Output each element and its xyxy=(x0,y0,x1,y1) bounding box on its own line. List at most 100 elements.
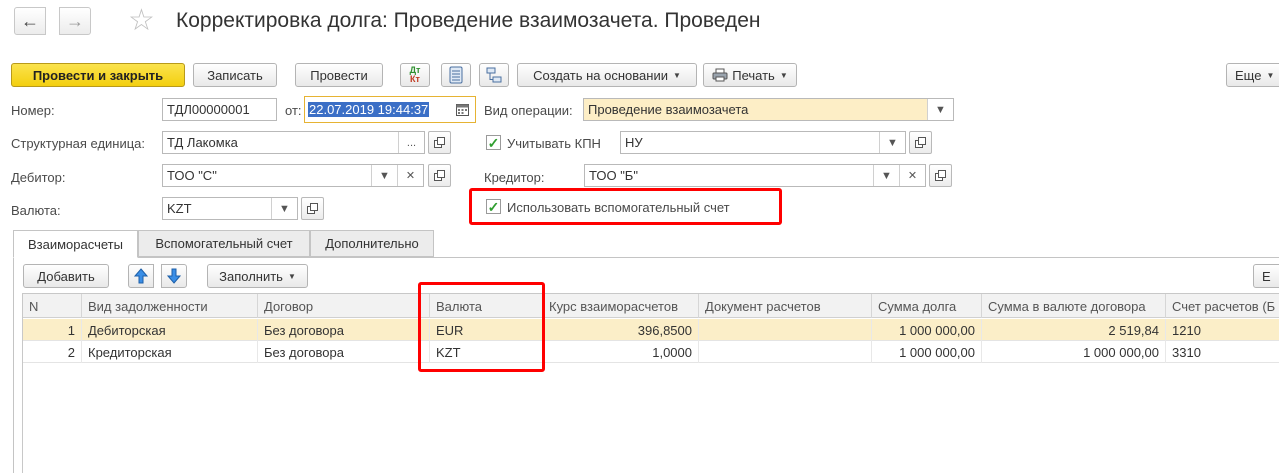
kpn-select[interactable]: НУ ▼ xyxy=(620,131,906,154)
create-based-on-button[interactable]: Создать на основании ▼ xyxy=(517,63,697,87)
column-header-rate[interactable]: Курс взаиморасчетов xyxy=(543,294,699,318)
kpn-checkbox[interactable]: ✓ xyxy=(486,135,501,150)
highlight-frame xyxy=(418,282,545,372)
back-arrow-icon: ← xyxy=(21,10,39,31)
forward-button[interactable]: → xyxy=(59,7,91,35)
dropdown-caret-icon: ▼ xyxy=(287,271,296,281)
dropdown-caret-icon: ▼ xyxy=(1266,70,1275,80)
number-field[interactable]: ТДЛ00000001 xyxy=(162,98,277,121)
kpn-label: Учитывать КПН xyxy=(507,136,601,151)
arrow-down-icon xyxy=(167,268,181,284)
forward-arrow-icon: → xyxy=(66,10,84,31)
settlements-table: N Вид задолженности Договор Валюта Курс … xyxy=(22,293,1279,473)
post-and-close-button[interactable]: Провести и закрыть xyxy=(11,63,185,87)
table-row[interactable]: 1 Дебиторская Без договора EUR 396,8500 … xyxy=(23,319,1279,341)
debtor-label: Дебитор: xyxy=(11,170,66,185)
open-currency-button[interactable] xyxy=(301,197,324,220)
open-form-icon xyxy=(915,137,926,148)
arrow-up-icon xyxy=(134,268,148,284)
table-header: N Вид задолженности Договор Валюта Курс … xyxy=(23,294,1279,318)
dropdown-caret-icon: ▼ xyxy=(672,70,681,80)
calendar-icon[interactable] xyxy=(449,97,475,122)
cell-amount: 1 000 000,00 xyxy=(872,319,982,341)
cell-n: 2 xyxy=(23,341,82,363)
cell-rate: 396,8500 xyxy=(543,319,699,341)
open-form-icon xyxy=(434,170,445,181)
dropdown-caret-icon[interactable]: ▼ xyxy=(271,198,297,219)
tab-settlements[interactable]: Взаиморасчеты xyxy=(13,230,138,258)
cell-rate: 1,0000 xyxy=(543,341,699,363)
column-header-n[interactable]: N xyxy=(23,294,82,318)
open-creditor-button[interactable] xyxy=(929,164,952,187)
structural-unit-field[interactable]: ТД Лакомка... xyxy=(162,131,425,154)
number-label: Номер: xyxy=(11,103,55,118)
dropdown-caret-icon[interactable]: ▼ xyxy=(873,165,899,186)
date-label: от: xyxy=(285,103,302,118)
open-form-icon xyxy=(434,137,445,148)
structure-button[interactable] xyxy=(479,63,509,87)
dt-kt-icon: Дт Кт xyxy=(409,65,421,84)
clear-icon[interactable]: ✕ xyxy=(899,165,925,186)
hierarchy-icon xyxy=(486,67,502,83)
debtor-field[interactable]: ТОО "С" ▼ ✕ xyxy=(162,164,424,187)
add-row-button[interactable]: Добавить xyxy=(23,264,109,288)
fill-button[interactable]: Заполнить ▼ xyxy=(207,264,308,288)
cell-account: 1210 xyxy=(1166,319,1279,341)
post-button[interactable]: Провести xyxy=(295,63,383,87)
cell-document xyxy=(699,341,872,363)
list-document-button[interactable] xyxy=(441,63,471,87)
more-button[interactable]: Еще ▼ xyxy=(1226,63,1279,87)
column-header-account[interactable]: Счет расчетов (Б xyxy=(1166,294,1279,318)
table-row[interactable]: 2 Кредиторская Без договора KZT 1,0000 1… xyxy=(23,341,1279,363)
back-button[interactable]: ← xyxy=(14,7,46,35)
open-unit-button[interactable] xyxy=(428,131,451,154)
column-header-amount[interactable]: Сумма долга xyxy=(872,294,982,318)
dropdown-caret-icon[interactable]: ▼ xyxy=(879,132,905,153)
dropdown-caret-icon: ▼ xyxy=(779,70,788,80)
select-ellipsis-icon[interactable]: ... xyxy=(398,132,424,153)
print-button[interactable]: Печать ▼ xyxy=(703,63,797,87)
cell-account: 3310 xyxy=(1166,341,1279,363)
dropdown-caret-icon[interactable]: ▼ xyxy=(927,99,953,120)
save-button[interactable]: Записать xyxy=(193,63,277,87)
cell-n: 1 xyxy=(23,319,82,341)
currency-label: Валюта: xyxy=(11,203,61,218)
table-more-button[interactable]: Е xyxy=(1253,264,1279,288)
column-header-document[interactable]: Документ расчетов xyxy=(699,294,872,318)
cell-amount-contract: 1 000 000,00 xyxy=(982,341,1166,363)
clear-icon[interactable]: ✕ xyxy=(397,165,423,186)
open-kpn-button[interactable] xyxy=(909,131,932,154)
page-title: Корректировка долга: Проведение взаимоза… xyxy=(176,9,761,32)
open-form-icon xyxy=(935,170,946,181)
cell-amount: 1 000 000,00 xyxy=(872,341,982,363)
cell-debt-type: Кредиторская xyxy=(82,341,258,363)
date-value: 22.07.2019 19:44:37 xyxy=(308,102,430,117)
cell-contract: Без договора xyxy=(258,319,430,341)
currency-select[interactable]: KZT ▼ xyxy=(162,197,298,220)
cell-debt-type: Дебиторская xyxy=(82,319,258,341)
column-header-debt-type[interactable]: Вид задолженности xyxy=(82,294,258,318)
open-form-icon xyxy=(307,203,318,214)
creditor-label: Кредитор: xyxy=(484,170,545,185)
open-debtor-button[interactable] xyxy=(428,164,451,187)
move-up-button[interactable] xyxy=(128,264,154,288)
column-header-contract[interactable]: Договор xyxy=(258,294,430,318)
operation-type-select[interactable]: Проведение взаимозачета ▼ xyxy=(583,98,954,121)
tab-additional[interactable]: Дополнительно xyxy=(310,230,434,257)
dropdown-caret-icon[interactable]: ▼ xyxy=(371,165,397,186)
checkmark-icon: ✓ xyxy=(487,134,500,151)
move-down-button[interactable] xyxy=(161,264,187,288)
structural-unit-label: Структурная единица: xyxy=(11,136,146,151)
cell-document xyxy=(699,319,872,341)
date-field[interactable]: 22.07.2019 19:44:37 xyxy=(304,96,476,123)
document-list-icon xyxy=(449,66,463,84)
column-header-amount-contract[interactable]: Сумма в валюте договора xyxy=(982,294,1166,318)
operation-type-label: Вид операции: xyxy=(484,103,573,118)
favorite-star-icon[interactable]: ☆ xyxy=(128,5,155,37)
highlight-frame xyxy=(469,188,782,225)
printer-icon xyxy=(712,68,728,82)
cell-contract: Без договора xyxy=(258,341,430,363)
dt-kt-report-button[interactable]: Дт Кт xyxy=(400,63,430,87)
creditor-field[interactable]: ТОО "Б" ▼ ✕ xyxy=(584,164,926,187)
tab-aux-account[interactable]: Вспомогательный счет xyxy=(138,230,310,257)
